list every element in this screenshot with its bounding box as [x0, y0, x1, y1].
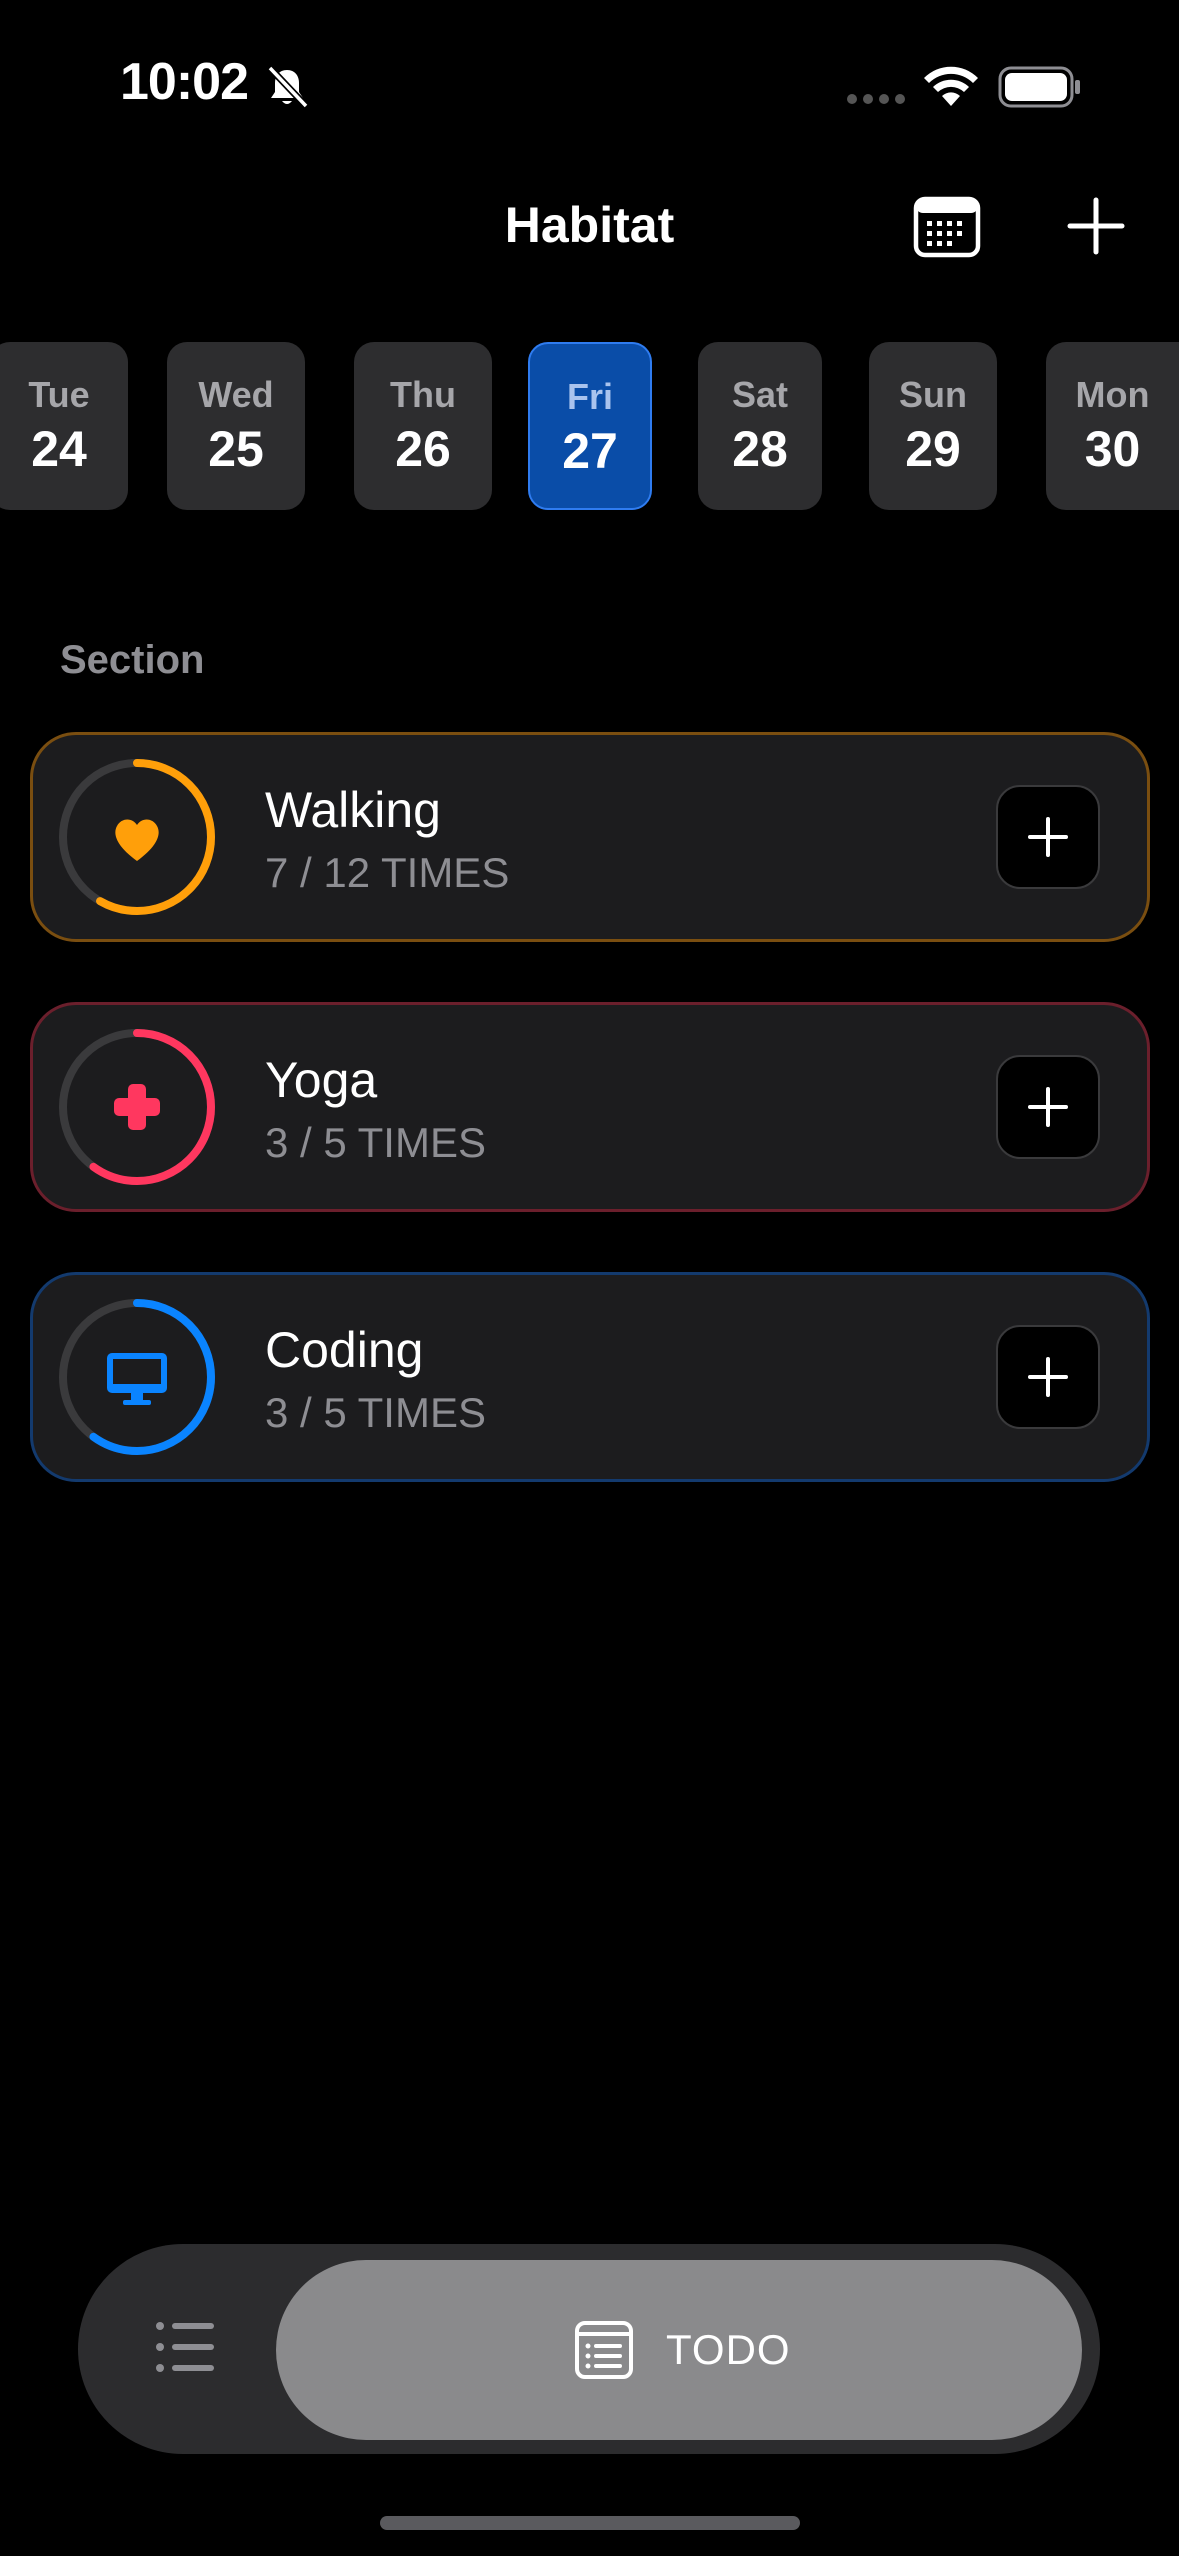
- day-tue-24[interactable]: Tue 24: [0, 342, 128, 510]
- home-indicator[interactable]: [380, 2516, 800, 2530]
- wifi-icon: [924, 66, 978, 106]
- progress-ring: [59, 1299, 215, 1455]
- day-of-week: Sat: [731, 374, 789, 415]
- cellular-signal-icon: [847, 94, 905, 104]
- section-header: Section: [60, 638, 205, 682]
- day-sat-28[interactable]: Sat 28: [698, 342, 822, 510]
- increment-coding-button[interactable]: [996, 1325, 1100, 1429]
- heart-icon: [115, 819, 159, 861]
- day-of-week: Sun: [899, 374, 967, 415]
- day-number: 26: [395, 421, 451, 477]
- day-number: 25: [208, 421, 264, 477]
- day-sun-29[interactable]: Sun 29: [869, 342, 997, 510]
- day-fri-27-selected[interactable]: Fri 27: [528, 342, 652, 510]
- habit-progress-text: 3 / 5 TIMES: [265, 1389, 486, 1436]
- habit-name: Coding: [265, 1322, 424, 1378]
- habit-progress-text: 3 / 5 TIMES: [265, 1119, 486, 1166]
- habit-card-yoga[interactable]: Yoga 3 / 5 TIMES: [30, 1002, 1150, 1212]
- day-wed-25[interactable]: Wed 25: [167, 342, 305, 510]
- day-of-week: Thu: [390, 374, 456, 415]
- plus-icon: [1028, 1087, 1068, 1127]
- day-mon-30[interactable]: Mon 30: [1046, 342, 1179, 510]
- day-of-week: Tue: [28, 374, 90, 415]
- desktop-computer-icon: [107, 1353, 167, 1405]
- add-habit-button[interactable]: [1066, 196, 1126, 256]
- increment-yoga-button[interactable]: [996, 1055, 1100, 1159]
- progress-ring: [59, 759, 215, 915]
- day-number: 30: [1084, 421, 1141, 477]
- day-number: 29: [905, 421, 961, 477]
- status-time: 10:02: [120, 53, 249, 111]
- list-icon[interactable]: [154, 2316, 216, 2378]
- increment-walking-button[interactable]: [996, 785, 1100, 889]
- bell-off-icon: [267, 65, 309, 109]
- habit-card-coding[interactable]: Coding 3 / 5 TIMES: [30, 1272, 1150, 1482]
- plus-icon: [1028, 817, 1068, 857]
- habit-name: Walking: [265, 782, 441, 838]
- day-of-week: Fri: [566, 376, 613, 417]
- day-number: 27: [562, 423, 618, 479]
- day-thu-26[interactable]: Thu 26: [354, 342, 492, 510]
- todo-tab-label: TODO: [666, 2326, 791, 2373]
- day-number: 28: [732, 421, 788, 477]
- plus-icon: [1028, 1357, 1068, 1397]
- habit-card-walking[interactable]: Walking 7 / 12 TIMES: [30, 732, 1150, 942]
- day-of-week: Wed: [198, 374, 274, 415]
- calendar-icon[interactable]: [913, 196, 981, 258]
- habit-progress-text: 7 / 12 TIMES: [265, 849, 510, 896]
- habit-name: Yoga: [265, 1052, 378, 1108]
- day-number: 24: [31, 421, 87, 477]
- notes-icon: [575, 2321, 633, 2379]
- page-title: Habitat: [504, 197, 675, 253]
- battery-icon: [998, 66, 1080, 108]
- medical-cross-icon: [114, 1084, 160, 1130]
- day-of-week: Mon: [1075, 374, 1150, 415]
- progress-ring: [59, 1029, 215, 1185]
